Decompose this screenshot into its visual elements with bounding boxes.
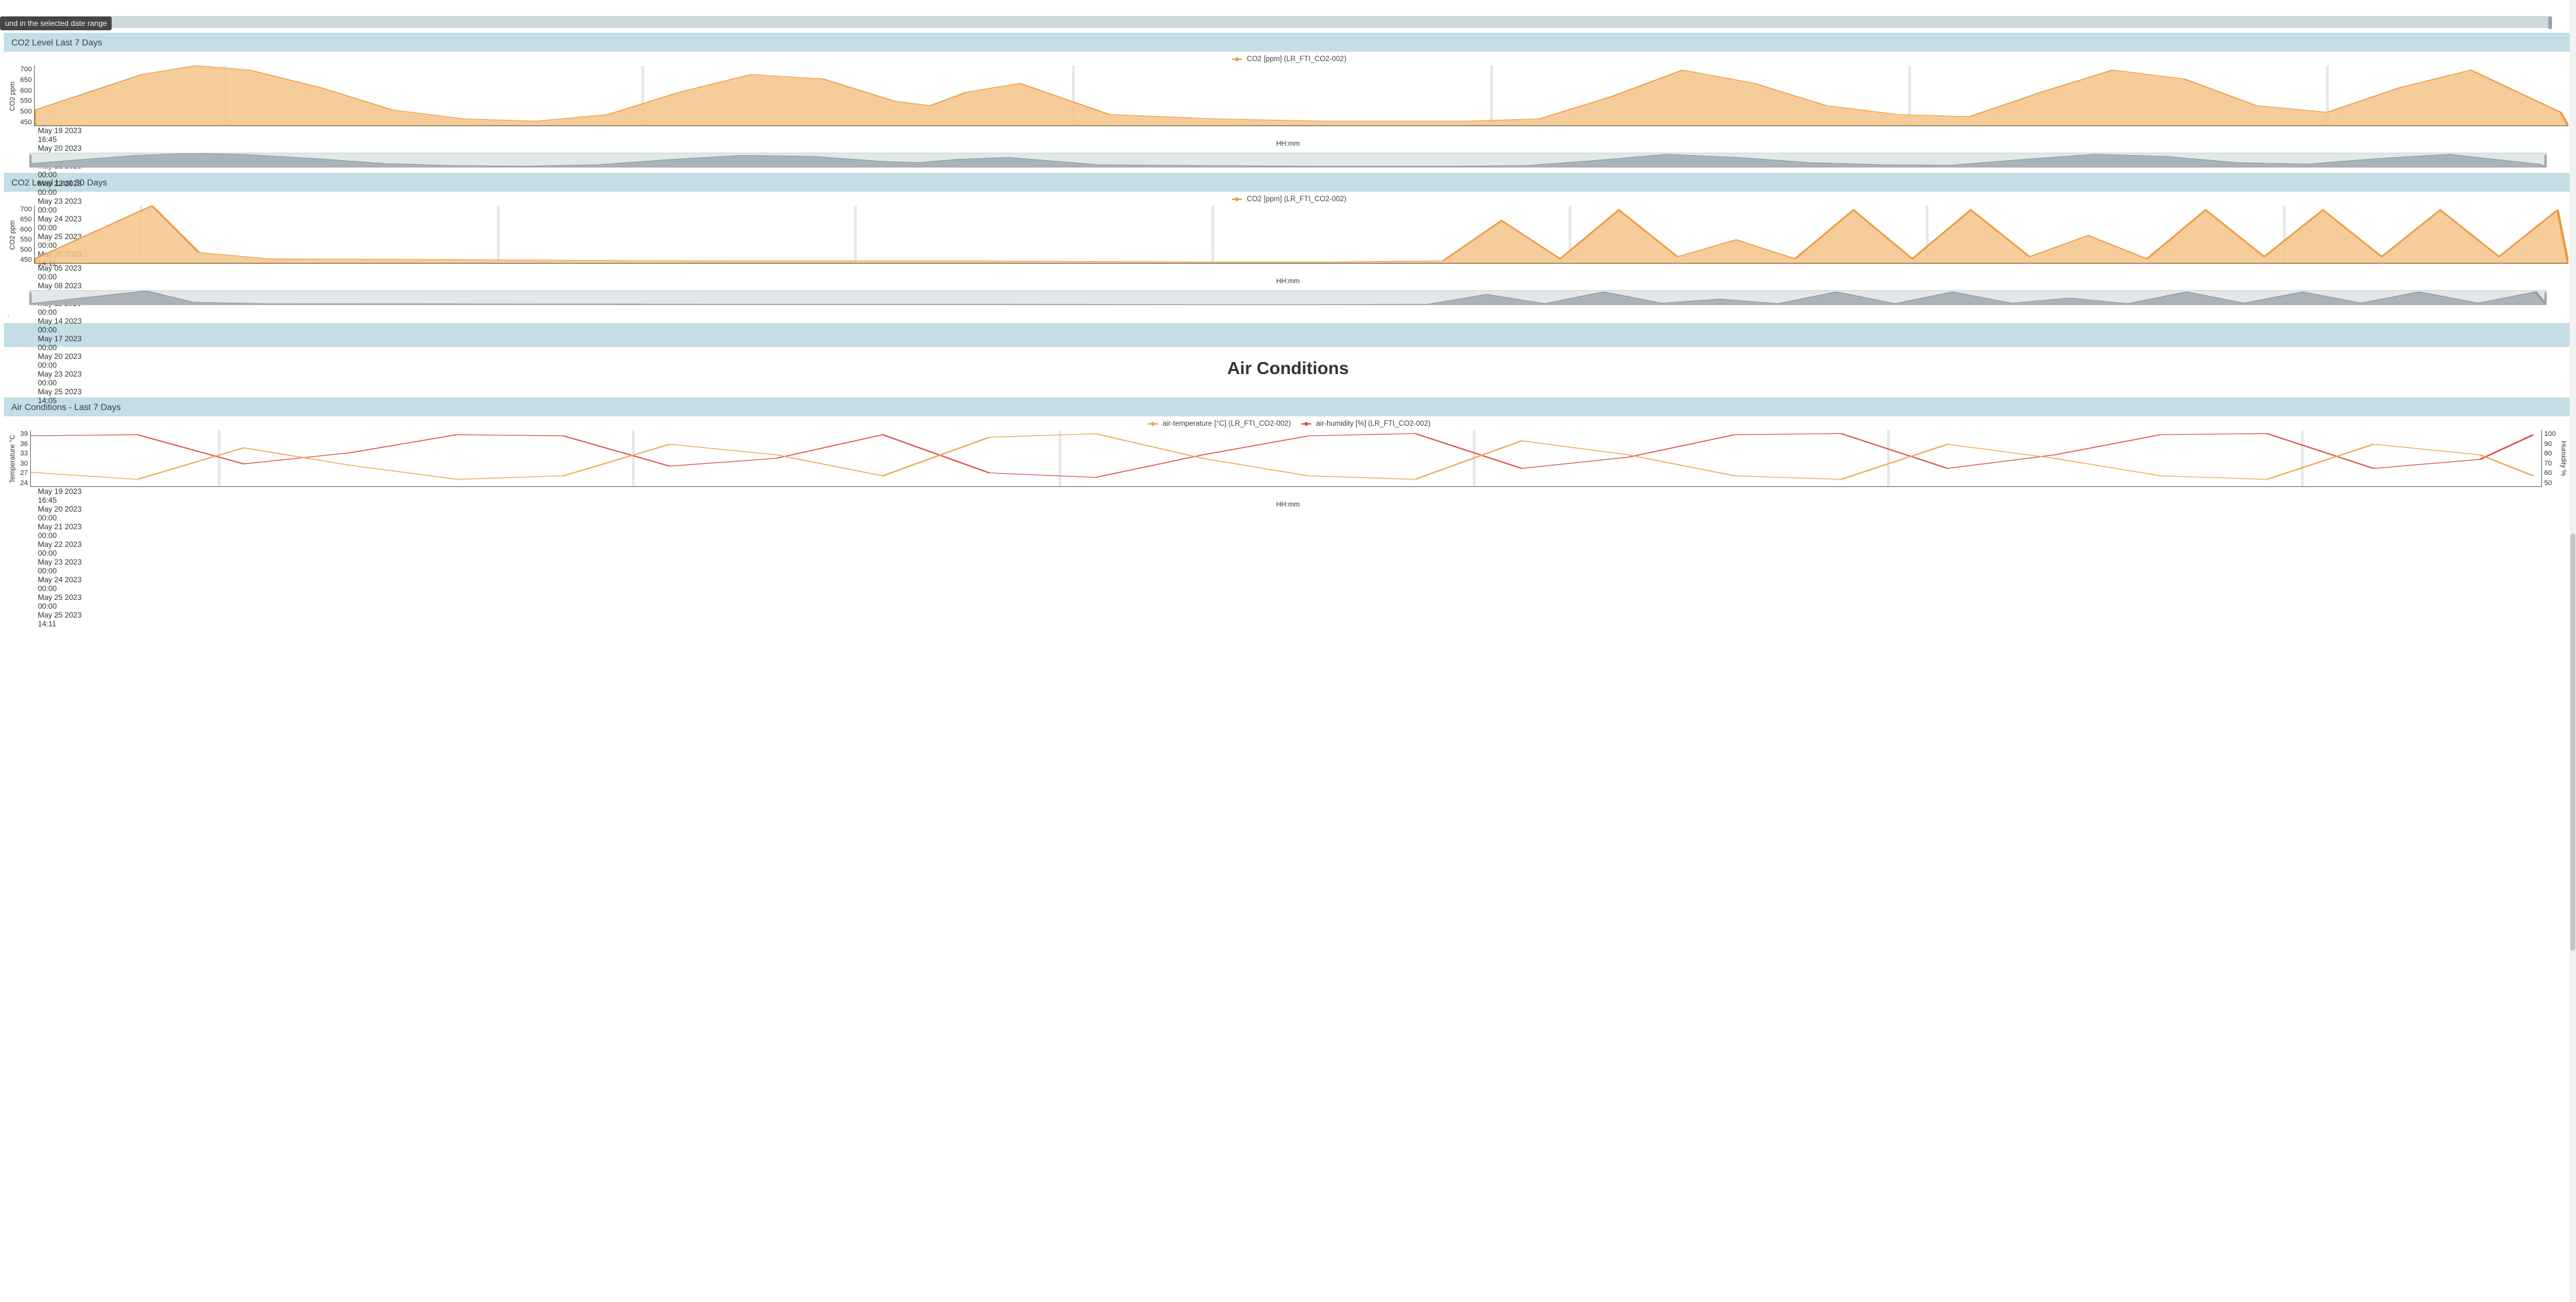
range-navigator-top[interactable] — [25, 16, 2551, 28]
plot-area-co2-30d[interactable] — [34, 206, 2568, 264]
legend-swatch-hum — [1301, 423, 1311, 425]
plot-area-air-7d[interactable] — [30, 430, 2541, 487]
chart-svg — [35, 66, 2568, 126]
notice-tooltip: und in the selected date range — [0, 16, 112, 30]
y-axis-label: CO2 ppm — [8, 206, 18, 264]
legend-label: CO2 [ppm] (LR_FTI_CO2-002) — [1247, 56, 1347, 63]
y-axis-label: CO2 ppm — [8, 66, 18, 126]
x-ticks: May 19 202316:45May 20 202300:00May 21 2… — [38, 487, 2538, 505]
range-handle-right[interactable] — [2548, 16, 2552, 29]
range-navigator-co2-30d[interactable] — [29, 290, 2547, 305]
y-axis-label-right: Humidity % — [2558, 430, 2568, 487]
legend-label-hum: air-humidity [%] (LR_FTI_CO2-002) — [1316, 420, 1431, 428]
range-handle-right[interactable] — [2544, 292, 2547, 305]
plot-area-co2-7d[interactable] — [34, 66, 2568, 126]
panel-air-7d: Air Conditions - Last 7 Days air-tempera… — [4, 397, 2572, 510]
legend-swatch-orange — [1232, 59, 1242, 60]
legend: air-temperature [°C] (LR_FTI_CO2-002) ai… — [8, 419, 2568, 430]
y-axis-label-left: Temperature °C — [8, 430, 18, 487]
panel-co2-7d: CO2 Level Last 7 Days CO2 [ppm] (LR_FTI_… — [4, 33, 2572, 168]
legend-swatch-temp — [1148, 423, 1158, 425]
range-navigator-co2-7d[interactable] — [29, 153, 2547, 168]
y-ticks: 700650600550500450 — [18, 206, 34, 264]
y-ticks: 700650600550500450 — [18, 66, 34, 126]
panel-title: CO2 Level Last 7 Days — [4, 33, 2572, 52]
legend-label-temp: air-temperature [°C] (LR_FTI_CO2-002) — [1162, 420, 1291, 428]
scrollbar-thumb[interactable] — [2570, 534, 2575, 950]
legend: CO2 [ppm] (LR_FTI_CO2-002) — [8, 54, 2568, 66]
y-ticks-right: 1009080706050 — [2542, 430, 2558, 487]
x-ticks: May 19 202316:45May 20 202300:00May 21 2… — [38, 126, 2568, 144]
range-handle-left[interactable] — [29, 292, 32, 305]
range-handle-right[interactable] — [2544, 155, 2547, 167]
range-handle-left[interactable] — [29, 155, 32, 167]
chart-svg — [35, 206, 2568, 263]
y-ticks-left: 393633302724 — [18, 430, 30, 487]
chart-svg — [31, 430, 2541, 486]
x-ticks: May 05 202300:00May 08 202300:00May 11 2… — [38, 264, 2568, 281]
legend-swatch-orange — [1232, 199, 1242, 200]
scrollbar-vertical[interactable] — [2570, 0, 2576, 1302]
